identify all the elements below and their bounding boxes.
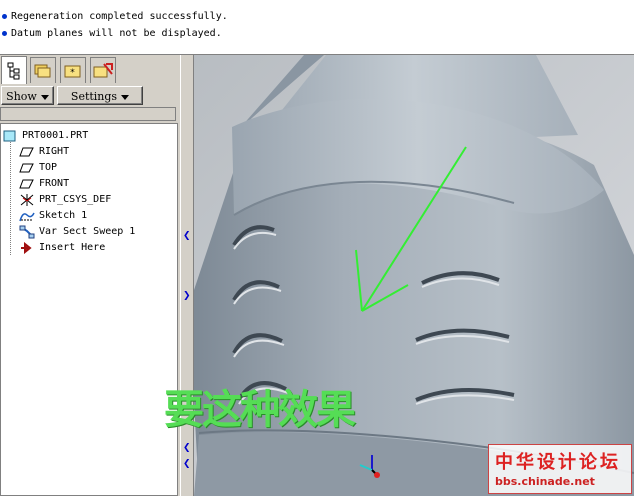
tree-filter-bar[interactable] [0, 107, 176, 121]
watermark: 中华设计论坛 bbs.chinade.net [488, 444, 632, 494]
datum-plane-icon [19, 177, 35, 191]
datum-plane-icon [19, 145, 35, 159]
tab-folder-browser[interactable] [30, 57, 56, 83]
coordinate-system-icon [19, 193, 35, 207]
navigator-panel: * Show Settings PRT0001.PRT RIGHT TOP FR… [0, 55, 180, 496]
folder-stack-icon [34, 64, 51, 77]
sweep-icon [19, 225, 35, 239]
collapse-left-icon[interactable]: ❮ [183, 459, 191, 469]
tab-connections[interactable] [90, 57, 116, 83]
message-line: Regeneration completed successfully. [2, 9, 228, 25]
tree-item-insert-here[interactable]: Insert Here [19, 240, 105, 256]
part-icon [2, 129, 18, 143]
expand-right-icon[interactable]: ❯ [183, 291, 191, 301]
collapse-left-icon[interactable]: ❮ [183, 443, 191, 453]
tree-item-top[interactable]: TOP [19, 160, 57, 176]
tab-model-tree[interactable] [1, 56, 27, 84]
tree-connector [10, 138, 11, 255]
favorites-folder-icon: * [64, 65, 81, 78]
bullet-icon [2, 13, 7, 19]
svg-text:*: * [70, 68, 75, 78]
watermark-url: bbs.chinade.net [495, 475, 595, 488]
datum-plane-icon [19, 161, 35, 175]
insert-arrow-icon [19, 241, 35, 255]
tree-root-item[interactable]: PRT0001.PRT [2, 128, 88, 144]
collapse-left-icon[interactable]: ❮ [183, 231, 191, 241]
show-button[interactable]: Show [1, 86, 54, 105]
tree-item-var-sect-sweep[interactable]: Var Sect Sweep 1 [19, 224, 135, 240]
model-tree-icon [7, 62, 20, 79]
connections-icon [93, 62, 113, 77]
model-tree: PRT0001.PRT RIGHT TOP FRONT PRT_CSYS_DEF… [0, 123, 178, 496]
settings-button[interactable]: Settings [57, 86, 143, 105]
bullet-icon [2, 30, 7, 36]
message-area: Regeneration completed successfully. Dat… [0, 0, 634, 55]
watermark-chinese: 中华设计论坛 [495, 452, 621, 473]
tree-item-sketch[interactable]: Sketch 1 [19, 208, 87, 224]
annotation-caption: 要这种效果 [164, 386, 356, 433]
tree-item-csys[interactable]: PRT_CSYS_DEF [19, 192, 111, 208]
tree-item-right[interactable]: RIGHT [19, 144, 69, 160]
chevron-down-icon [121, 94, 130, 100]
message-line: Datum planes will not be displayed. [2, 26, 222, 42]
tree-item-front[interactable]: FRONT [19, 176, 69, 192]
chevron-down-icon [40, 94, 49, 100]
sketch-icon [19, 209, 35, 223]
tab-favorites[interactable]: * [60, 57, 86, 83]
